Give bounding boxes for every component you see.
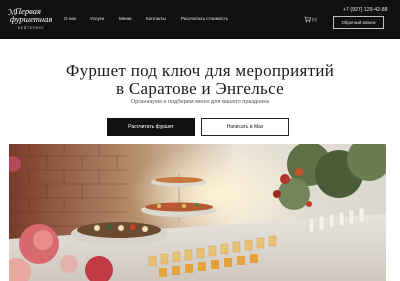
catering-photo-illustration — [9, 144, 386, 281]
cart-count: (0) — [312, 17, 318, 22]
logo-sub: КЕЙТЕРИНГ — [18, 26, 45, 30]
calculate-buffet-button[interactable]: Рассчитать фуршет — [107, 118, 195, 136]
nav-item-services[interactable]: Услуги — [90, 16, 104, 21]
callback-button[interactable]: Обратный звонок — [333, 16, 384, 29]
phone-number[interactable]: +7 (927) 129-42-88 — [343, 7, 388, 13]
page-subtitle: Организуем и подберем меню для вашего пр… — [130, 99, 270, 105]
cart-button[interactable]: (0) — [304, 16, 318, 23]
site-header: ℳ Первая фуршетная КЕЙТЕРИНГ О нас Услуг… — [0, 0, 400, 39]
hero-photo — [9, 144, 386, 281]
page-title-line1: Фуршет под ключ для мероприятий — [65, 61, 335, 80]
logo[interactable]: ℳ Первая фуршетная КЕЙТЕРИНГ — [8, 6, 60, 34]
page-title: Фуршет под ключ для мероприятий в Сарато… — [0, 62, 400, 98]
page-title-line2: в Саратове и Энгельсе — [116, 79, 284, 98]
nav-item-calculate[interactable]: Рассчитать стоимость — [181, 16, 228, 21]
nav-item-contacts[interactable]: Контакты — [146, 16, 166, 21]
write-max-button[interactable]: Написать в Max — [201, 118, 289, 136]
nav-item-about[interactable]: О нас — [64, 16, 76, 21]
logo-line2: фуршетная — [10, 14, 53, 24]
cart-icon — [304, 16, 311, 23]
nav-item-menu[interactable]: Меню — [119, 16, 131, 21]
